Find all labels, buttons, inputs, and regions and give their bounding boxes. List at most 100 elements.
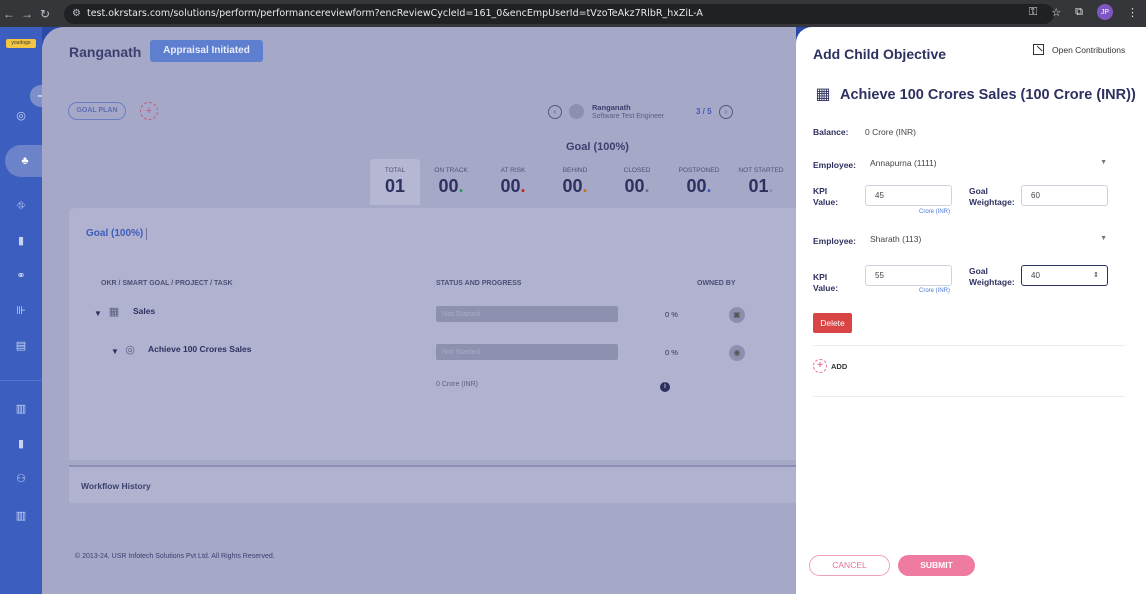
employee-select[interactable]: Annapurna (1111) ▼ — [870, 154, 1107, 172]
goal-card: Goal (100%) OKR / SMART GOAL / PROJECT /… — [69, 208, 796, 460]
analytics-icon[interactable]: ▥ — [12, 400, 30, 418]
company-logo: yourlogo — [6, 39, 36, 48]
org-chart-icon[interactable]: ⛗ — [12, 197, 30, 215]
column-header-owner: OWNED BY — [697, 280, 736, 287]
report-icon[interactable]: ▤ — [12, 337, 30, 355]
objective-icon: ▦ — [108, 306, 120, 318]
status-dot-icon: . — [706, 176, 712, 196]
stat-number: 01 — [384, 176, 406, 196]
add-child-objective-drawer: Add Child Objective Open Contributions ▦… — [796, 27, 1146, 594]
goal-weightage-label: Goal Weightage: — [969, 266, 1015, 287]
status-dot-icon: . — [644, 176, 650, 196]
password-key-icon[interactable]: ⚿ — [1029, 6, 1037, 19]
status-summary: TOTAL 01 ON TRACK 00. AT RISK 00. BEHIND 00. CLO… — [370, 159, 796, 205]
stat-not-started[interactable]: NOT STARTED 01. — [730, 159, 792, 205]
goal-weightage-label: Goal Weightage: — [969, 186, 1015, 207]
expand-caret-icon[interactable]: ▼ — [111, 347, 119, 356]
handshake-icon[interactable]: ⚭ — [12, 267, 30, 285]
kpi-unit-hint: Crore (INR) — [919, 288, 950, 294]
objective-heading: ▦ Achieve 100 Crores Sales (100 Crore (I… — [813, 85, 1135, 105]
forward-icon[interactable]: → — [18, 7, 36, 21]
workflow-history-section[interactable]: Workflow History — [69, 465, 796, 503]
employee-select[interactable]: Sharath (113) ▼ — [870, 230, 1107, 248]
expand-caret-icon[interactable]: ▼ — [94, 309, 102, 318]
tab-goal[interactable]: Goal (100%) — [86, 228, 143, 239]
goal-plan-button[interactable]: GOAL PLAN — [68, 102, 126, 120]
stat-number: 00 — [686, 176, 707, 196]
next-employee-button[interactable]: › — [719, 105, 733, 119]
status-badge: Appraisal Initiated — [150, 40, 263, 62]
employee-label: Employee: — [813, 236, 856, 246]
extensions-icon[interactable]: ⧉ — [1075, 6, 1083, 19]
browser-toolbar: ← → ↻ ⚙ test.okrstars.com/solutions/perf… — [0, 0, 1146, 27]
kpi-value-input[interactable]: 55 — [865, 265, 952, 286]
stat-number: 01 — [748, 176, 769, 196]
address-bar[interactable]: ⚙ test.okrstars.com/solutions/perform/pe… — [64, 3, 1054, 24]
spinner-icon[interactable]: ⇕ — [1093, 266, 1099, 285]
chevron-down-icon: ▼ — [1100, 235, 1107, 242]
submit-button[interactable]: SUBMIT — [898, 555, 975, 576]
owner-avatar: ▣ — [729, 307, 745, 323]
stat-total[interactable]: TOTAL 01 — [370, 159, 420, 205]
app-sidebar: yourlogo ⇒ ◎ ♣ ⛗ ▮ ⚭ ⊪ ▤ ▥ ▮ ⚇ ▥ — [0, 27, 52, 594]
stat-label: BEHIND — [562, 167, 588, 174]
stat-value: 01 — [370, 176, 420, 197]
stat-on-track[interactable]: ON TRACK 00. — [420, 159, 482, 205]
delete-button[interactable]: Delete — [813, 313, 852, 333]
stat-value: 00. — [668, 176, 730, 197]
stat-label: ON TRACK — [434, 167, 468, 174]
stat-closed[interactable]: CLOSED 00. — [606, 159, 668, 205]
status-dot-icon: . — [768, 176, 774, 196]
team-icon[interactable]: ♣ — [5, 145, 45, 177]
employee-name: Ranganath — [592, 103, 631, 112]
add-goal-button[interactable]: + — [140, 102, 158, 120]
row-name[interactable]: Sales — [133, 306, 155, 316]
browser-menu-icon[interactable]: ⋮ — [1127, 6, 1138, 19]
hierarchy-icon[interactable]: ⊪ — [12, 302, 30, 320]
kpi-value-label: KPI Value: — [813, 272, 839, 293]
library-icon[interactable]: ▮ — [12, 435, 30, 453]
stat-at-risk[interactable]: AT RISK 00. — [482, 159, 544, 205]
progress-percent: 0 % — [665, 348, 678, 357]
stat-value: 00. — [544, 176, 606, 197]
open-contributions-link[interactable]: Open Contributions — [1033, 44, 1125, 55]
goal-weightage-input[interactable]: 60 — [1021, 185, 1108, 206]
column-header-okr: OKR / SMART GOAL / PROJECT / TASK — [101, 280, 233, 287]
prev-employee-button[interactable]: ‹ — [548, 105, 562, 119]
add-label: ADD — [831, 361, 848, 371]
section-divider — [813, 396, 1125, 397]
kpi-value-input[interactable]: 45 — [865, 185, 952, 206]
cancel-button[interactable]: CANCEL — [809, 555, 890, 576]
target-objective-icon: ◎ — [125, 344, 135, 356]
target-icon[interactable]: ◎ — [12, 107, 30, 125]
profile-avatar[interactable]: JP — [1097, 4, 1113, 20]
employee-avatar — [569, 104, 584, 119]
reload-icon[interactable]: ↻ — [36, 7, 54, 21]
stat-postponed[interactable]: POSTPONED 00. — [668, 159, 730, 205]
column-header-status: STATUS AND PROGRESS — [436, 280, 522, 287]
info-icon[interactable]: i — [660, 382, 670, 392]
book-icon[interactable]: ▮ — [12, 232, 30, 250]
section-divider — [813, 345, 1125, 346]
users-icon[interactable]: ⚇ — [12, 470, 30, 488]
stat-label: CLOSED — [623, 167, 651, 174]
objective-icon: ▦ — [815, 86, 831, 103]
kpi-unit-hint: Crore (INR) — [919, 209, 950, 215]
employee-position: 3 / 5 — [696, 107, 712, 116]
chart-icon[interactable]: ▥ — [12, 507, 30, 525]
goal-weightage-input[interactable]: 40 ⇕ — [1021, 265, 1108, 286]
balance-label: Balance: — [813, 127, 849, 137]
stat-label: AT RISK — [500, 167, 526, 174]
back-icon[interactable]: ← — [0, 7, 18, 21]
stat-behind[interactable]: BEHIND 00. — [544, 159, 606, 205]
bookmark-star-icon[interactable]: ☆ — [1051, 6, 1061, 19]
employee-select-value: Annapurna (1111) — [870, 158, 937, 168]
row-name[interactable]: Achieve 100 Crores Sales — [148, 344, 251, 354]
goal-percentage-heading: Goal (100%) — [566, 141, 629, 153]
workflow-history-label: Workflow History — [81, 481, 151, 491]
goal-weightage-value: 40 — [1031, 271, 1040, 280]
owner-avatar: ◉ — [729, 345, 745, 361]
add-contributor-button[interactable]: + ADD — [813, 359, 847, 373]
stat-number: 00 — [624, 176, 645, 196]
site-info-icon[interactable]: ⚙ — [72, 8, 81, 19]
